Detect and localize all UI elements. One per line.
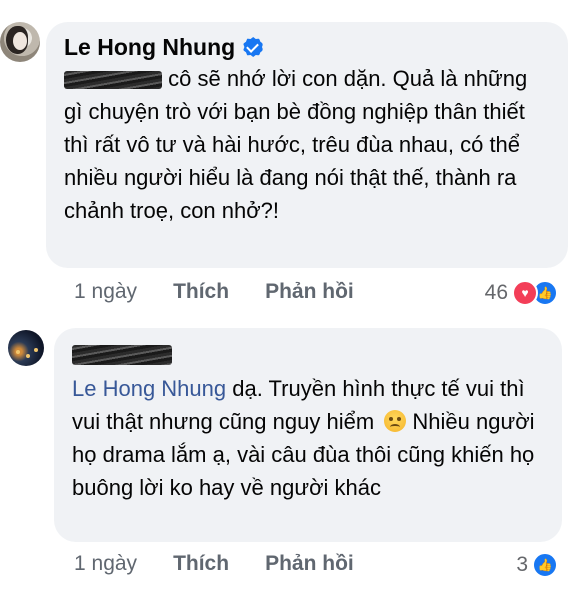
author-name[interactable]: Le Hong Nhung: [64, 32, 235, 62]
comment-text: cô sẽ nhớ lời con dặn. Quả là những gì c…: [64, 62, 550, 227]
comment-time[interactable]: 1 ngày: [74, 552, 137, 576]
comment-actions: 1 ngày Thích Phản hồi: [74, 552, 354, 576]
worried-face-icon: [384, 410, 407, 432]
verified-badge-icon: [243, 37, 264, 57]
redacted-name: [72, 345, 172, 365]
comment-actions: 1 ngày Thích Phản hồi: [74, 280, 354, 304]
avatar[interactable]: [0, 22, 40, 62]
like-icon: 👍: [532, 552, 558, 578]
comment-author: Le Hong Nhung: [64, 32, 550, 62]
avatar-light: [16, 350, 20, 354]
reaction-summary[interactable]: 3 👍: [516, 552, 558, 578]
reaction-count: 46: [484, 281, 508, 304]
comment-author: [72, 338, 544, 372]
comment-text: Le Hong Nhung dạ. Truyền hình thực tế vu…: [72, 372, 544, 504]
comment-bubble: Le Hong Nhung cô sẽ nhớ lời con dặn. Quả…: [46, 22, 568, 268]
avatar-light: [26, 354, 30, 358]
like-button[interactable]: Thích: [173, 552, 229, 576]
avatar[interactable]: [8, 330, 44, 366]
like-button[interactable]: Thích: [173, 280, 229, 304]
heart-icon: ♥: [512, 280, 538, 306]
reaction-summary[interactable]: 46 ♥ 👍: [485, 280, 558, 306]
avatar-light: [34, 348, 38, 352]
reply-button[interactable]: Phản hồi: [265, 280, 354, 304]
reply-button[interactable]: Phản hồi: [265, 552, 354, 576]
reaction-count: 3: [516, 553, 528, 576]
comment-body: cô sẽ nhớ lời con dặn. Quả là những gì c…: [64, 66, 528, 223]
comment-time[interactable]: 1 ngày: [74, 280, 137, 304]
avatar-face: [13, 32, 27, 50]
mention-link[interactable]: Le Hong Nhung: [72, 376, 226, 401]
redacted-name: [64, 71, 162, 90]
comment-bubble: Le Hong Nhung dạ. Truyền hình thực tế vu…: [54, 328, 562, 542]
